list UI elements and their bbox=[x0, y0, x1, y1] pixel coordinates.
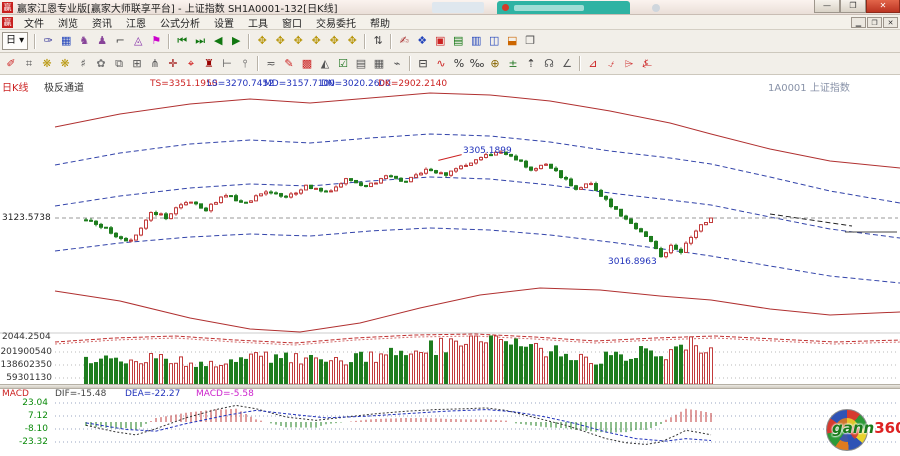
symbol-label: 1A0001 上证指数 bbox=[768, 79, 850, 94]
macd-value-label: MACD=-5.58 bbox=[196, 389, 254, 399]
indicator-name-label[interactable]: 极反通道 bbox=[44, 79, 84, 94]
chart-overlay: 日K线 极反通道 TS=3351.1950LS=3270.7452MD=3157… bbox=[0, 0, 900, 456]
indicator-value: DK=2902.2140 bbox=[378, 79, 447, 89]
high-annotation: 3305.1899 bbox=[463, 146, 512, 156]
chart-type-label: 日K线 bbox=[2, 79, 29, 94]
indicator-info-row: 日K线 极反通道 TS=3351.1950LS=3270.7452MD=3157… bbox=[0, 79, 900, 92]
macd-scale-label: -8.10 bbox=[14, 424, 48, 434]
logo-text-gann: gann bbox=[832, 419, 874, 437]
drawing-mark bbox=[438, 154, 462, 161]
last-price-axis-label: 3123.5738 bbox=[2, 213, 51, 223]
gann360-logo: gann360 bbox=[818, 407, 900, 453]
low-annotation: 3016.8963 bbox=[608, 257, 657, 267]
volume-scale-label: 138602350 bbox=[0, 360, 52, 370]
dif-value-label: DIF=-15.48 bbox=[55, 389, 106, 399]
macd-scale-label: -23.32 bbox=[14, 437, 48, 447]
pane-splitter[interactable] bbox=[0, 384, 900, 389]
dea-value-label: DEA=-22.27 bbox=[125, 389, 180, 399]
logo-text-360: 360 bbox=[874, 419, 900, 437]
app-window: { "window": { "title": "赢家江恩专业版[赢家大师联享平台… bbox=[0, 0, 900, 456]
macd-info-row: MACD DIF=-15.48 DEA=-22.27 MACD=-5.58 bbox=[0, 389, 900, 400]
mini-pane-value-label: 2044.2504 bbox=[2, 332, 51, 342]
macd-scale-label: 7.12 bbox=[14, 411, 48, 421]
volume-scale-label: 201900540 bbox=[0, 347, 52, 357]
volume-scale-label: 59301130 bbox=[0, 373, 52, 383]
macd-scale-label: 23.04 bbox=[14, 398, 48, 408]
